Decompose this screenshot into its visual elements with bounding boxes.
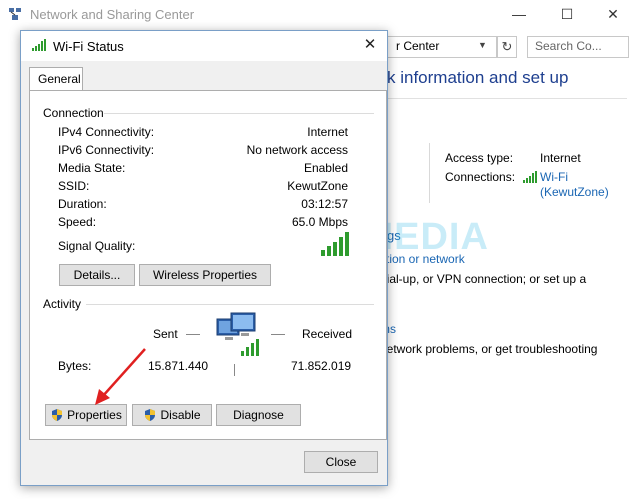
- disable-button[interactable]: Disable: [132, 404, 212, 426]
- heading-divider: [387, 98, 627, 99]
- diagnose-button[interactable]: Diagnose: [216, 404, 301, 426]
- troubleshoot-description: network problems, or get troubleshooting: [380, 342, 598, 356]
- received-label: Received: [302, 327, 353, 341]
- wifi-connection-link[interactable]: Wi-Fi: [540, 170, 568, 184]
- activity-divider: [86, 304, 374, 305]
- connection-section-title: Connection: [43, 106, 104, 120]
- refresh-icon[interactable]: ↻: [497, 36, 517, 58]
- annotation-arrow-icon: [95, 348, 146, 405]
- wifi-connection-link-ssid[interactable]: (KewutZone): [540, 185, 609, 199]
- setup-description: dial-up, or VPN connection; or set up a: [380, 272, 587, 286]
- access-type-value: Internet: [540, 151, 581, 165]
- details-button[interactable]: Details...: [59, 264, 135, 286]
- search-placeholder: Search Co...: [535, 39, 602, 53]
- ipv4-value: Internet: [307, 125, 348, 139]
- sent-connector: [186, 334, 200, 335]
- sent-label: Sent: [153, 327, 178, 341]
- speed-value: 65.0 Mbps: [291, 215, 348, 229]
- window-close-button[interactable]: ✕: [602, 4, 624, 24]
- media-state-label: Media State:: [58, 161, 126, 175]
- activity-section-title: Activity: [43, 297, 82, 311]
- close-icon[interactable]: ✕: [360, 35, 380, 55]
- bytes-label: Bytes:: [58, 359, 92, 373]
- wireless-properties-button[interactable]: Wireless Properties: [139, 264, 271, 286]
- background-window-title: Network and Sharing Center: [30, 7, 195, 22]
- duration-label: Duration:: [58, 197, 107, 211]
- info-divider: [429, 143, 430, 203]
- address-bar-text: r Center: [396, 39, 440, 53]
- wifi-signal-icon: [523, 171, 537, 183]
- properties-button[interactable]: Properties: [45, 404, 127, 426]
- connection-divider: [104, 113, 374, 114]
- chevron-down-icon[interactable]: ▼: [478, 40, 487, 50]
- dialog-title: Wi-Fi Status: [53, 39, 124, 54]
- shield-icon: [52, 409, 63, 421]
- tab-general-label: General: [38, 72, 81, 86]
- speed-label: Speed:: [58, 215, 97, 229]
- close-button[interactable]: Close: [304, 451, 378, 473]
- ipv4-label: IPv4 Connectivity:: [58, 125, 155, 139]
- ssid-value: KewutZone: [287, 179, 348, 193]
- ipv6-value: No network access: [246, 143, 348, 157]
- access-type-label: Access type:: [445, 151, 514, 165]
- bytes-received-value: 71.852.019: [291, 359, 352, 373]
- received-connector: [271, 334, 285, 335]
- maximize-button[interactable]: ☐: [556, 4, 578, 24]
- minimize-button[interactable]: —: [508, 4, 530, 24]
- bytes-divider: [234, 364, 235, 376]
- media-state-value: Enabled: [303, 161, 348, 175]
- ipv6-label: IPv6 Connectivity:: [58, 143, 155, 157]
- properties-button-label: Properties: [67, 408, 122, 422]
- network-activity-icon: [216, 312, 259, 356]
- connections-label: Connections:: [445, 170, 516, 184]
- page-heading: k information and set up: [387, 68, 569, 87]
- ssid-label: SSID:: [58, 179, 90, 193]
- shield-icon: [145, 409, 156, 421]
- network-center-icon: [9, 8, 21, 20]
- duration-value: 03:12:57: [301, 197, 348, 211]
- disable-button-label: Disable: [160, 408, 201, 422]
- wifi-signal-icon: [32, 39, 46, 51]
- signal-quality-label: Signal Quality:: [58, 239, 136, 253]
- signal-strength-icon: [321, 232, 349, 256]
- bytes-sent-value: 15.871.440: [148, 359, 209, 373]
